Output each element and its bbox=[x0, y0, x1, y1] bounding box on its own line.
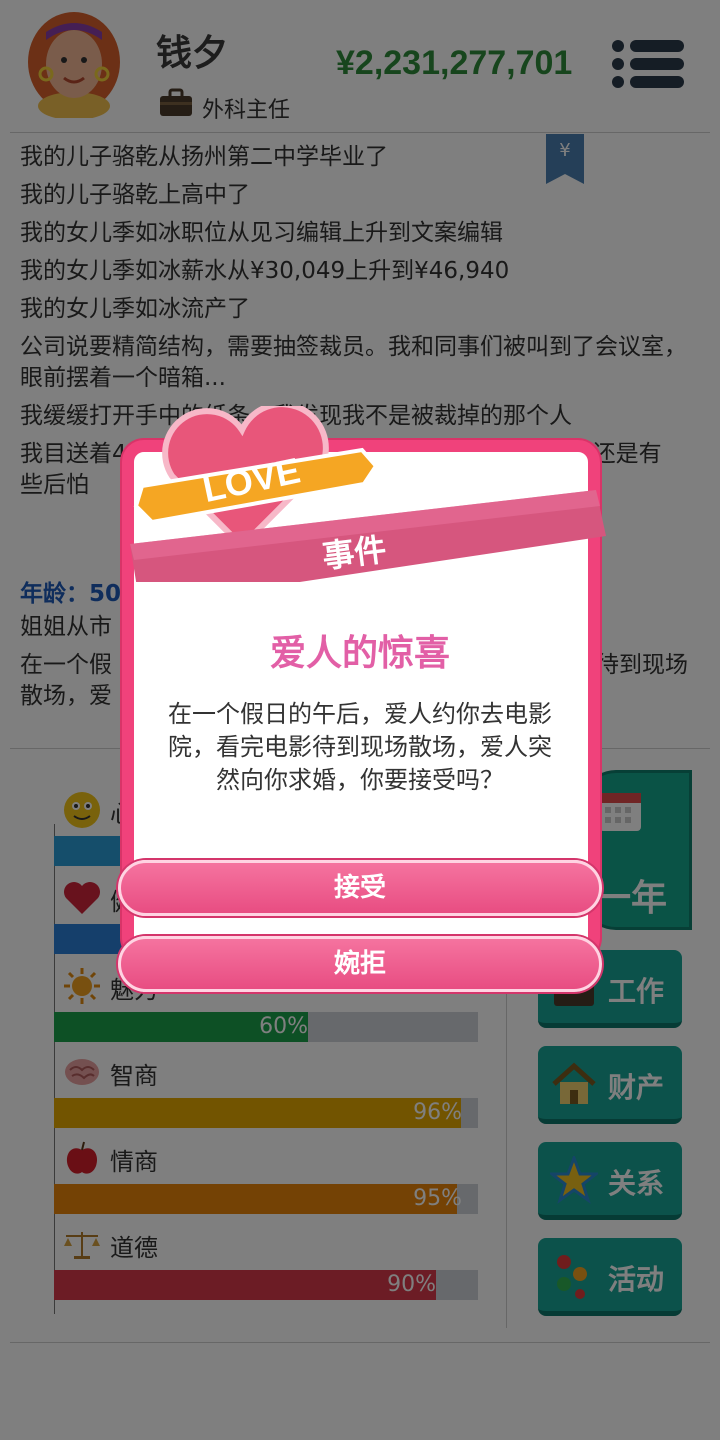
event-ribbon-label: 事件 bbox=[320, 530, 389, 576]
decline-button[interactable]: 婉拒 bbox=[118, 936, 602, 992]
app-root: 钱夕 外科主任 ¥2,231,277,701 ¥ 我的儿子骆乾从扬州第二中学毕业… bbox=[0, 0, 720, 1440]
dialog-title: 爱人的惊喜 bbox=[269, 633, 450, 674]
dialog-body: 在一个假日的午后，爱人约你去电影院，看完电影待到现场散场，爱人突然向你求婚，你要… bbox=[168, 700, 552, 794]
accept-button[interactable]: 接受 bbox=[118, 860, 602, 916]
